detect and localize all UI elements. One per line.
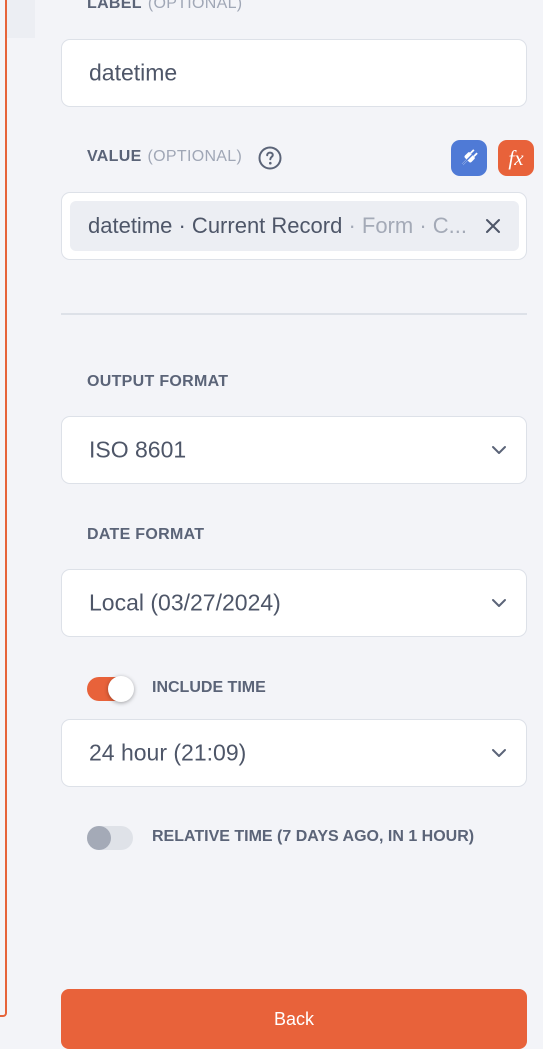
relative-time-label: RELATIVE TIME (7 DAYS AGO, IN 1 HOUR): [152, 828, 475, 845]
value-input[interactable]: datetime · Current Record · Form · C...: [61, 192, 527, 260]
label-optional-text: (OPTIONAL): [147, 0, 243, 12]
toggle-knob: [108, 676, 134, 702]
output-format-value: ISO 8601: [89, 436, 187, 463]
label-input[interactable]: datetime: [61, 39, 527, 107]
time-format-value: 24 hour (21:09): [89, 739, 247, 766]
include-time-toggle[interactable]: [87, 676, 134, 702]
left-panel-border: [0, 0, 7, 1017]
chevron-down-icon: [492, 446, 506, 454]
left-panel-strip: [7, 0, 35, 38]
question-circle-icon[interactable]: [258, 146, 282, 170]
date-format-value: Local (03/27/2024): [89, 589, 281, 616]
value-chip[interactable]: datetime · Current Record · Form · C...: [70, 201, 519, 251]
value-chip-primary: datetime · Current Record: [88, 213, 343, 238]
label-title-text: LABEL: [87, 0, 142, 12]
value-section-title: VALUE (OPTIONAL): [87, 148, 242, 166]
chevron-down-icon: [492, 749, 506, 757]
chevron-down-icon: [492, 599, 506, 607]
value-title-text: VALUE: [87, 148, 142, 165]
relative-time-toggle[interactable]: [87, 826, 133, 850]
value-chip-text: datetime · Current Record · Form · C...: [88, 213, 467, 239]
date-format-title: DATE FORMAT: [87, 526, 205, 543]
value-optional-text: (OPTIONAL): [147, 148, 243, 165]
output-format-title: OUTPUT FORMAT: [87, 373, 229, 390]
label-section-title: LABEL (OPTIONAL): [87, 0, 242, 13]
date-format-select[interactable]: Local (03/27/2024): [61, 569, 527, 637]
function-button[interactable]: fx: [498, 140, 534, 176]
plug-icon: [460, 149, 478, 167]
include-time-label: INCLUDE TIME: [152, 679, 266, 696]
close-icon[interactable]: [483, 216, 503, 236]
section-divider: [61, 313, 527, 315]
output-format-select[interactable]: ISO 8601: [61, 416, 527, 484]
time-format-select[interactable]: 24 hour (21:09): [61, 719, 527, 787]
label-input-value: datetime: [89, 59, 178, 86]
toggle-knob: [87, 826, 111, 850]
plugin-button[interactable]: [451, 140, 487, 176]
back-button[interactable]: Back: [61, 989, 527, 1049]
function-icon: fx: [508, 145, 524, 170]
value-chip-secondary: · Form · C...: [342, 213, 467, 238]
